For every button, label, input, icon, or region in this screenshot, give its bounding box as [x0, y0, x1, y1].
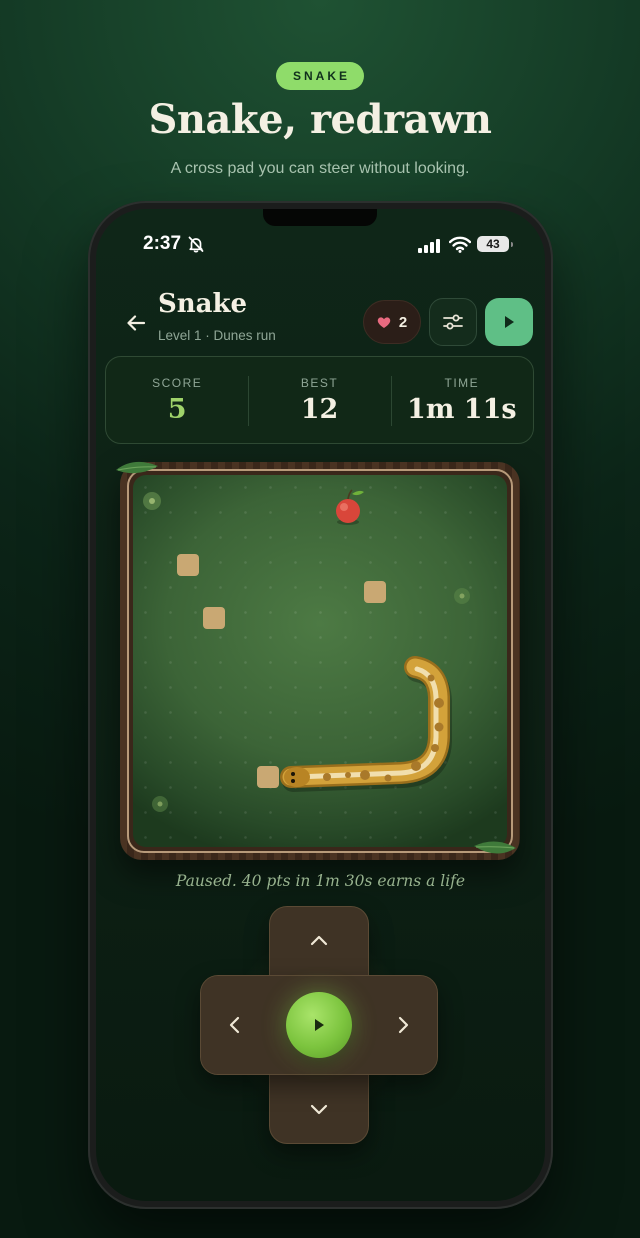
sand-block	[203, 607, 225, 629]
board-scene	[143, 489, 470, 812]
stat-value: 5	[167, 394, 187, 425]
hero-title: Snake, redrawn	[148, 96, 492, 143]
dpad-right-button[interactable]	[374, 995, 434, 1055]
battery-icon: 43	[477, 236, 509, 252]
stat-label: TIME	[444, 376, 480, 390]
stat-time: TIME 1m 11s	[390, 357, 533, 443]
sand-block	[177, 554, 199, 576]
stat-value: 12	[300, 394, 339, 425]
chevron-up-icon	[310, 935, 328, 946]
game-subtitle: Level 1 · Dunes run	[158, 328, 276, 343]
game-board[interactable]	[133, 475, 507, 847]
stat-score: SCORE 5	[106, 357, 248, 443]
bell-slash-icon	[187, 235, 205, 257]
stat-label: BEST	[300, 376, 339, 390]
signal-icon	[418, 238, 442, 257]
phone-notch	[263, 209, 377, 226]
dpad-down-button[interactable]	[289, 1080, 349, 1140]
sand-block	[364, 581, 386, 603]
grass-tuft	[143, 492, 161, 510]
grass-tuft	[454, 588, 470, 604]
stat-value: 1m 11s	[407, 394, 517, 425]
stat-label: SCORE	[152, 376, 203, 390]
settings-button[interactable]	[429, 298, 477, 346]
dpad-left-button[interactable]	[204, 995, 264, 1055]
chevron-down-icon	[310, 1104, 328, 1115]
hero-subtitle: A cross pad you can steer without lookin…	[170, 160, 470, 177]
game-board-rim	[127, 469, 513, 853]
sand-block	[257, 766, 279, 788]
play-icon	[505, 316, 514, 328]
dpad-play-button[interactable]	[286, 992, 352, 1058]
status-time: 2:37	[143, 233, 182, 254]
eyebrow-badge: SNAKE	[275, 62, 365, 90]
pause-message: Paused. 40 pts in 1m 30s earns a life	[175, 872, 466, 890]
status-bar: 2:37 43	[96, 233, 545, 257]
chevron-left-icon	[229, 1016, 240, 1034]
play-button[interactable]	[485, 298, 533, 346]
play-icon	[315, 1019, 324, 1031]
grass-tuft	[152, 796, 168, 812]
back-button[interactable]	[118, 305, 154, 341]
snake	[280, 656, 452, 792]
leaf-decoration	[116, 461, 158, 474]
lives-count: 2	[398, 313, 408, 331]
direction-pad	[200, 906, 438, 1144]
heart-icon	[377, 316, 391, 328]
sliders-icon	[443, 314, 463, 330]
stats-panel: SCORE 5 BEST 12 TIME 1m 11s	[105, 356, 534, 444]
arrow-left-icon	[127, 315, 146, 331]
wifi-icon	[448, 236, 472, 257]
game-board-frame	[116, 461, 520, 860]
game-title: Snake	[158, 289, 248, 319]
phone-frame: 2:37 43 Snake Level 1 · Dunes run 2 SCOR…	[88, 201, 553, 1209]
apple	[336, 489, 364, 525]
battery-tip	[511, 242, 513, 247]
phone-screen: 2:37 43 Snake Level 1 · Dunes run 2 SCOR…	[96, 209, 545, 1201]
stat-best: BEST 12	[248, 357, 390, 443]
chevron-right-icon	[398, 1016, 409, 1034]
leaf-decoration	[474, 841, 516, 854]
dpad-up-button[interactable]	[289, 910, 349, 970]
lives-badge: 2	[363, 300, 421, 344]
